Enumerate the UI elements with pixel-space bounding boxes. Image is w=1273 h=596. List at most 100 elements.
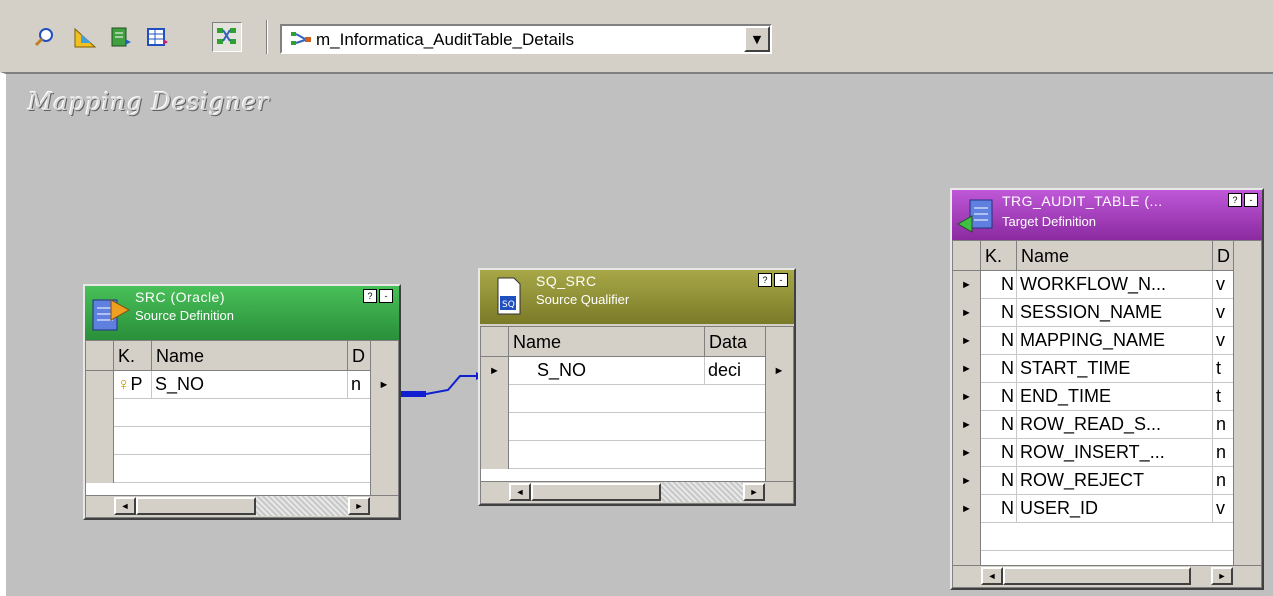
horizontal-scrollbar[interactable]: ◄ ► (86, 495, 398, 517)
port-name: ROW_READ_S... (1017, 411, 1213, 438)
key-cell: ♀P (114, 371, 152, 398)
horizontal-scrollbar[interactable]: ◄ ► (481, 481, 793, 503)
minimize-icon[interactable]: - (379, 289, 393, 303)
row-selector[interactable] (86, 371, 114, 399)
row-selector (953, 523, 981, 551)
key-cell: N (981, 271, 1017, 298)
row-selector[interactable]: ► (953, 383, 981, 411)
target-designer-icon[interactable] (106, 22, 136, 52)
row-selector[interactable]: ► (953, 327, 981, 355)
minimize-icon[interactable]: - (1244, 193, 1258, 207)
minimize-icon[interactable]: - (774, 273, 788, 287)
scroll-thumb[interactable] (136, 497, 256, 515)
port-datatype: t (1216, 358, 1222, 378)
row-selector[interactable]: ► (953, 439, 981, 467)
scroll-left-icon[interactable]: ◄ (981, 567, 1003, 585)
port-datatype: t (1216, 386, 1222, 406)
vertical-scrollbar[interactable] (1233, 241, 1261, 565)
port-name: S_NO (152, 371, 348, 398)
column-header-name[interactable]: Name (509, 327, 705, 357)
target-definition[interactable]: TRG_AUDIT_TABLE (... Target Definition ?… (950, 188, 1264, 590)
source-qualifier[interactable]: SQ SQ_SRC Source Qualifier ? - Name Data… (478, 268, 796, 506)
table-row[interactable]: ► N MAPPING_NAME v (953, 327, 1233, 355)
table-row[interactable]: ► N START_TIME t (953, 355, 1233, 383)
row-selector[interactable]: ► (953, 271, 981, 299)
source-port-grid: K. Name D ♀P S_NO n ► ◄ ► (85, 340, 399, 518)
key-icon: ♀ (117, 374, 131, 394)
key-value: P (130, 374, 143, 394)
transformation-developer-icon[interactable] (142, 22, 172, 52)
row-selector-header (86, 341, 114, 371)
scroll-right-icon[interactable]: ► (743, 483, 765, 501)
table-row[interactable]: ♀P S_NO n (86, 371, 370, 399)
port-name: S_NO (509, 357, 705, 384)
table-row[interactable]: ► N ROW_REJECT n (953, 467, 1233, 495)
source-definition[interactable]: SRC (Oracle) Source Definition ? - K. Na… (83, 284, 401, 520)
row-selector[interactable]: ► (953, 411, 981, 439)
port-name: ROW_INSERT_... (1017, 439, 1213, 466)
row-selector[interactable]: ► (953, 495, 981, 523)
table-row[interactable]: ► N ROW_INSERT_... n (953, 439, 1233, 467)
source-subtitle: Source Definition (135, 308, 234, 323)
scroll-left-icon[interactable]: ◄ (114, 497, 136, 515)
scroll-track[interactable] (256, 496, 348, 516)
row-selector-header (481, 327, 509, 357)
target-definition-header[interactable]: TRG_AUDIT_TABLE (... Target Definition ?… (952, 190, 1262, 240)
column-header-key[interactable]: K. (114, 341, 152, 371)
table-row[interactable]: ► S_NO deci (481, 357, 765, 385)
mapping-selector[interactable]: m_Informatica_AuditTable_Details ▼ (280, 24, 772, 54)
help-icon[interactable]: ? (1228, 193, 1242, 207)
table-row[interactable]: ► N END_TIME t (953, 383, 1233, 411)
scroll-thumb[interactable] (531, 483, 661, 501)
source-title: SRC (Oracle) (135, 289, 226, 305)
column-header-datatype[interactable]: Data (705, 327, 767, 357)
column-header-datatype[interactable]: D (348, 341, 372, 371)
row-selector[interactable]: ► (953, 467, 981, 495)
row-selector (481, 413, 509, 441)
help-icon[interactable]: ? (758, 273, 772, 287)
qualifier-icon: SQ (494, 276, 524, 321)
table-row (481, 441, 765, 469)
table-row[interactable]: ► N WORKFLOW_N... v (953, 271, 1233, 299)
scroll-right-icon[interactable]: ► (348, 497, 370, 515)
table-row[interactable]: ► N ROW_READ_S... n (953, 411, 1233, 439)
row-selector[interactable]: ► (481, 357, 509, 385)
vertical-scrollbar[interactable]: ► (765, 327, 793, 481)
scroll-track[interactable] (661, 482, 743, 502)
column-header-datatype[interactable]: D (1213, 241, 1235, 271)
column-header-key[interactable]: K. (981, 241, 1017, 271)
table-row (86, 455, 370, 483)
source-definition-header[interactable]: SRC (Oracle) Source Definition ? - (85, 286, 399, 340)
chevron-down-icon[interactable]: ▼ (744, 26, 770, 52)
port-name: SESSION_NAME (1017, 299, 1213, 326)
source-analyzer-icon[interactable] (70, 22, 100, 52)
port-name: WORKFLOW_N... (1017, 271, 1213, 298)
port-link[interactable] (398, 360, 488, 400)
horizontal-scrollbar[interactable]: ◄ ► (953, 565, 1261, 587)
scroll-right-icon[interactable]: ► (1211, 567, 1233, 585)
target-icon (956, 196, 996, 243)
table-row[interactable]: ► N SESSION_NAME v (953, 299, 1233, 327)
port-datatype: v (1216, 302, 1225, 322)
row-selector (481, 385, 509, 413)
row-selector (86, 455, 114, 483)
scroll-left-icon[interactable]: ◄ (509, 483, 531, 501)
port-name: END_TIME (1017, 383, 1213, 410)
row-selector (86, 399, 114, 427)
column-header-name[interactable]: Name (1017, 241, 1213, 271)
vertical-scrollbar[interactable]: ► (370, 341, 398, 495)
mapping-designer-icon[interactable] (212, 22, 242, 52)
scroll-thumb[interactable] (1003, 567, 1191, 585)
table-row[interactable]: ► N USER_ID v (953, 495, 1233, 523)
key-cell: N (981, 327, 1017, 354)
row-selector[interactable]: ► (953, 355, 981, 383)
key-cell: N (981, 467, 1017, 494)
designer-toolbar: m_Informatica_AuditTable_Details ▼ (0, 0, 1273, 72)
row-selector[interactable]: ► (953, 299, 981, 327)
source-qualifier-header[interactable]: SQ SQ_SRC Source Qualifier ? - (480, 270, 794, 324)
key-cell: N (981, 439, 1017, 466)
port-datatype: v (1216, 330, 1225, 350)
find-icon[interactable] (30, 22, 60, 52)
help-icon[interactable]: ? (363, 289, 377, 303)
column-header-name[interactable]: Name (152, 341, 348, 371)
